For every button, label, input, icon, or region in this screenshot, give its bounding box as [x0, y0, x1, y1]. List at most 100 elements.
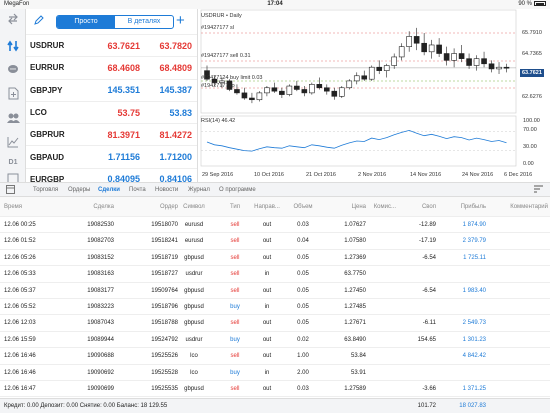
cell-dir: out [262, 254, 272, 261]
candle-body [249, 97, 255, 101]
cell-time: 12.06 16:47 [4, 385, 36, 392]
cell-swap: -3.66 [422, 385, 436, 392]
tab-4[interactable]: Новости [155, 183, 178, 197]
indicators-icon[interactable] [0, 136, 26, 151]
table-row[interactable]: 12.06 05:52 19083223 19518796 gbpusd buy in 0.… [0, 299, 550, 316]
quote-row[interactable]: EURRUR 68.4608 68.4809 [26, 57, 197, 80]
rsi-tick-0: 0.00 [523, 161, 534, 167]
timeframe-button[interactable]: D1 [0, 159, 26, 166]
table-row[interactable]: 12.06 05:33 19083163 19518727 usdrur sell in 0… [0, 266, 550, 283]
tab-5[interactable]: Журнал [188, 183, 210, 197]
candle-body [413, 36, 420, 44]
candle-body [421, 42, 427, 53]
community-icon[interactable] [0, 112, 26, 127]
table-row[interactable]: 12.06 05:37 19083177 19509764 gbpusd sell out… [0, 283, 550, 299]
candle-body [324, 87, 330, 92]
col-swap[interactable]: Своп [396, 197, 436, 217]
tab-0[interactable]: Торговля [33, 183, 58, 197]
table-row[interactable]: 12.06 01:52 19082703 19518241 eurusd sell out… [0, 233, 550, 250]
table-row[interactable]: 12.06 16:47 19090699 19525535 gbpusd sell out… [0, 381, 550, 398]
cell-type: sell [230, 385, 240, 392]
cell-symbol: gbpusd [184, 320, 204, 327]
col-profit[interactable]: Прибыль [432, 197, 486, 217]
cell-dir: out [262, 238, 272, 245]
col-deal[interactable]: Сделка [56, 197, 114, 217]
tab-3[interactable]: Почта [129, 183, 146, 197]
cell-deal: 19082703 [87, 238, 114, 245]
total-profit: 18 027.83 [459, 403, 486, 409]
sort-icon[interactable] [533, 184, 544, 196]
cell-dir: out [262, 287, 272, 294]
quotes-icon[interactable] [0, 13, 26, 28]
cell-price: 53.91 [350, 369, 366, 376]
quote-bid: 1.71156 [107, 152, 140, 163]
cell-dir: in [264, 369, 270, 376]
segment-simple[interactable]: Просто [57, 16, 115, 28]
col-commission[interactable]: Комис... [356, 197, 396, 217]
segment-detailed[interactable]: В деталях [115, 16, 173, 28]
cell-profit: 1 874.90 [462, 222, 486, 228]
cell-type: sell [230, 222, 240, 228]
quote-ask: 68.4809 [159, 62, 192, 73]
cell-dir: out [262, 353, 272, 360]
tab-2[interactable]: Сделки [98, 183, 120, 197]
new-document-icon[interactable] [0, 87, 26, 103]
quote-row[interactable]: GBPRUR 81.3971 81.4272 [26, 124, 197, 147]
chart-canvas[interactable] [198, 9, 550, 182]
col-direction[interactable]: Направ... [248, 197, 286, 217]
col-symbol[interactable]: Символ [170, 197, 218, 217]
table-row[interactable]: 12.06 15:59 19089944 19524792 usdrur buy out 0… [0, 332, 550, 349]
cell-deal: 19090699 [87, 385, 114, 392]
cell-profit: 1 983.40 [462, 287, 486, 294]
col-time[interactable]: Время [4, 197, 22, 217]
table-row[interactable]: 12.06 16:46 19090688 19525526 lco sell out 1.0… [0, 348, 550, 365]
cell-time: 12.06 15:59 [4, 336, 36, 343]
quote-row[interactable]: LCO 53.75 53.83 [26, 102, 197, 125]
candle-body [406, 36, 412, 47]
table-row[interactable]: 12.06 05:26 19083152 19518719 gbpusd sell out… [0, 250, 550, 267]
quote-row[interactable]: GBPJPY 145.351 145.387 [26, 80, 197, 102]
price-chart[interactable]: USDRUR • Daily #19427177 sl #19427177 se… [198, 9, 550, 182]
candle-body [458, 53, 465, 59]
candle-body [301, 89, 308, 94]
balance-summary: Кредит: 0.00 Депозит: 0.00 Снятие: 0.00 … [4, 403, 168, 409]
edit-pencil-icon[interactable] [34, 15, 44, 28]
cell-deal: 19082530 [87, 222, 114, 228]
col-type[interactable]: Тип [222, 197, 248, 217]
add-symbol-plus-icon[interactable]: + [176, 12, 185, 30]
candle-body [294, 85, 300, 90]
table-row[interactable]: 12.06 12:03 19087043 19518788 gbpusd sell out… [0, 315, 550, 332]
col-comment[interactable]: Комментарий [488, 197, 548, 217]
candle-body [443, 53, 450, 61]
date-tick: 29 Sep 2016 [202, 172, 234, 178]
collapse-panel-icon[interactable] [6, 185, 16, 195]
quote-row[interactable]: USDRUR 63.7621 63.7820 [26, 35, 197, 58]
view-mode-segmented-control: Просто В деталях [56, 15, 174, 29]
cell-vol: 0.04 [297, 238, 309, 245]
chart-title: USDRUR • Daily [201, 13, 242, 19]
cell-symbol: gbpusd [184, 385, 204, 392]
quote-ask: 145.387 [159, 85, 192, 96]
col-volume[interactable]: Объем [286, 197, 320, 217]
quote-symbol: USDRUR [30, 41, 65, 51]
cell-symbol: gbpusd [184, 287, 204, 294]
trade-icon[interactable] [0, 39, 26, 56]
cell-type: sell [230, 254, 240, 261]
table-row[interactable]: 12.06 00:25 19082530 19518070 eurusd sell out… [0, 217, 550, 234]
cell-vol: 2.00 [297, 369, 309, 376]
table-row[interactable]: 12.06 16:46 19090692 19525528 lco buy in 2.00 5… [0, 365, 550, 381]
tab-1[interactable]: Ордеры [68, 183, 90, 197]
candle-body [271, 87, 278, 92]
left-rail: D1 [0, 9, 26, 191]
quote-row[interactable]: GBPAUD 1.71156 1.71200 [26, 146, 197, 169]
cell-profit: 2 549.73 [462, 320, 486, 327]
table-header: Время Сделка Ордер Символ Тип Направ... … [0, 197, 550, 217]
chat-icon[interactable] [0, 64, 26, 79]
tab-6[interactable]: О программе [219, 183, 256, 197]
cell-deal: 19083223 [87, 303, 114, 310]
price-tick-2: 64.7365 [522, 51, 542, 57]
cell-deal: 19083177 [87, 287, 114, 294]
quotes-panel: Просто В деталях + USDRUR 63.7621 63.7820 E… [26, 9, 198, 192]
cell-symbol: usdrur [185, 271, 203, 278]
cell-symbol: usdrur [185, 336, 203, 343]
